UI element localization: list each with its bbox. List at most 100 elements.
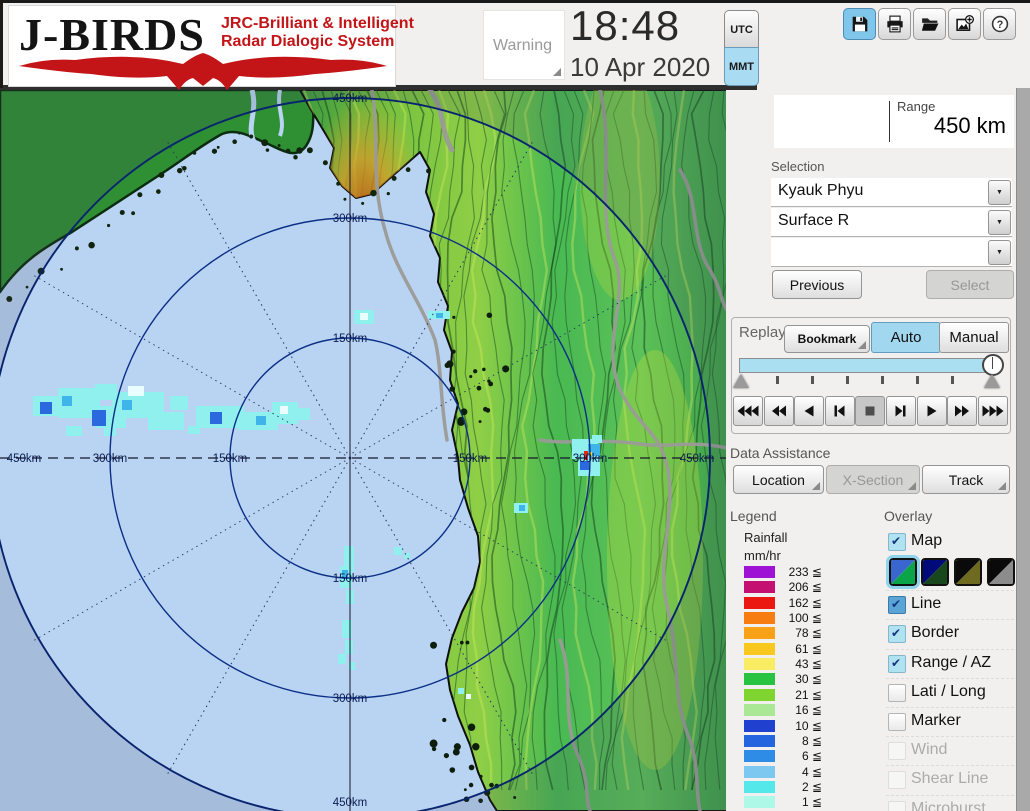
selection-extra-dropdown[interactable] [771, 238, 1012, 267]
timeline-tick [881, 376, 884, 384]
open-file-button[interactable] [913, 8, 946, 40]
replay-ff-fastest-button[interactable] [978, 396, 1008, 426]
timezone-mmt-button[interactable]: MMT [724, 47, 759, 86]
chevron-down-icon[interactable] [988, 240, 1011, 265]
legend-color-swatch [744, 566, 775, 578]
clock-time: 18:48 [570, 2, 680, 50]
timeline-tick [951, 376, 954, 384]
replay-manual-button[interactable]: Manual [939, 322, 1009, 353]
overlay-separator [886, 619, 1014, 620]
replay-timeline-handle[interactable] [982, 354, 1004, 376]
legend-color-swatch [744, 658, 775, 670]
legend-row: 43 ≦ [744, 658, 828, 671]
data-assistance-x-section-button[interactable]: X-Section [826, 465, 920, 494]
legend-value: 16 ≦ [778, 703, 822, 717]
map-style-green-blue-swatch[interactable] [889, 558, 917, 586]
data-assistance-location-button[interactable]: Location [733, 465, 824, 494]
overlay-separator [886, 649, 1014, 650]
panel-collapse-strip[interactable] [1016, 44, 1030, 811]
checked-checkbox[interactable] [888, 596, 906, 614]
unchecked-checkbox[interactable] [888, 684, 906, 702]
overlay-item-map: Map [888, 531, 1014, 555]
overlay-item-lati-long: Lati / Long [888, 682, 1014, 706]
timeline-tick [811, 376, 814, 384]
add-image-button[interactable] [948, 8, 981, 40]
map-style-icon [956, 560, 980, 584]
window-top-edge [0, 0, 1030, 3]
select-button[interactable]: Select [926, 270, 1014, 299]
legend-color-swatch [744, 766, 775, 778]
overlay-item-border: Border [888, 623, 1014, 647]
chevron-down-icon[interactable] [988, 210, 1011, 235]
selection-product-dropdown[interactable]: Surface R [771, 208, 1012, 237]
legend-row: 21 ≦ [744, 689, 828, 702]
legend-unit-mmhr: mm/hr [744, 548, 781, 563]
replay-stop-button[interactable] [855, 396, 885, 426]
timeline-tick [776, 376, 779, 384]
overlay-item-label: Range / AZ [911, 654, 991, 672]
unchecked-checkbox [888, 801, 906, 811]
ring-label: 300km [93, 453, 128, 465]
timeline-end-marker [984, 374, 1000, 388]
checked-checkbox[interactable] [888, 625, 906, 643]
checked-checkbox[interactable] [888, 655, 906, 673]
legend-color-swatch [744, 643, 775, 655]
overlay-item-label: Line [911, 595, 941, 613]
selection-site-dropdown[interactable]: Kyauk Phyu [771, 178, 1012, 207]
bookmark-button[interactable]: Bookmark [784, 325, 870, 353]
svg-text:?: ? [996, 19, 1003, 31]
legend-row: 233 ≦ [744, 566, 828, 579]
clock-date: 10 Apr 2020 [570, 52, 710, 83]
logo-subtitle-line2: Radar Dialogic System [221, 33, 414, 51]
map-style-icon [923, 560, 947, 584]
radar-map[interactable]: 150km150km150km150km300km300km300km300km… [0, 90, 726, 811]
map-style-black-gray-swatch[interactable] [987, 558, 1015, 586]
legend-row: 30 ≦ [744, 673, 828, 686]
overlay-item-label: Shear Line [911, 770, 988, 788]
data-assistance-track-button[interactable]: Track [922, 465, 1010, 494]
replay-auto-button[interactable]: Auto [871, 322, 941, 353]
ring-label: 300km [573, 453, 608, 465]
replay-rew-fast-button[interactable] [764, 396, 794, 426]
chevron-down-icon[interactable] [988, 180, 1011, 205]
selection-site-value: Kyauk Phyu [778, 182, 863, 200]
overlay-item-wind: Wind [888, 740, 1014, 764]
map-style-dark-blue-green-swatch[interactable] [921, 558, 949, 586]
replay-rew-fastest-button[interactable] [733, 396, 763, 426]
logo-subtitle: JRC-Brilliant & Intelligent Radar Dialog… [221, 15, 414, 51]
replay-step-back-button[interactable] [825, 396, 855, 426]
timeline-start-marker [733, 374, 749, 388]
overlay-item-label: Map [911, 532, 942, 550]
replay-timeline-track[interactable] [739, 358, 1001, 373]
ring-label: 450km [7, 453, 42, 465]
replay-ff-fast-button[interactable] [947, 396, 977, 426]
legend-row: 1 ≦ [744, 796, 828, 809]
ring-label: 150km [333, 573, 368, 585]
printer-icon [886, 15, 904, 33]
help-button[interactable]: ? [983, 8, 1016, 40]
data-assistance-label: Data Assistance [730, 445, 830, 461]
warning-button[interactable]: Warning [483, 10, 565, 80]
window-left-edge [0, 0, 3, 88]
replay-play-back-button[interactable] [794, 396, 824, 426]
overlay-separator [886, 765, 1014, 766]
open-folder-icon [921, 15, 939, 33]
warning-label: Warning [493, 37, 552, 55]
previous-button[interactable]: Previous [772, 270, 862, 299]
save-button[interactable] [843, 8, 876, 40]
map-style-black-olive-swatch[interactable] [954, 558, 982, 586]
legend-color-swatch [744, 673, 775, 685]
ring-label: 450km [333, 93, 368, 105]
rew-fastest-icon [737, 404, 759, 418]
eagle-icon [15, 50, 391, 90]
unchecked-checkbox[interactable] [888, 713, 906, 731]
timezone-utc-button[interactable]: UTC [724, 10, 759, 49]
overlay-separator [886, 707, 1014, 708]
print-button[interactable] [878, 8, 911, 40]
timeline-tick [916, 376, 919, 384]
legend-color-swatch [744, 612, 775, 624]
replay-play-forward-button[interactable] [917, 396, 947, 426]
overlay-item-shear-line: Shear Line [888, 769, 1014, 793]
checked-checkbox[interactable] [888, 533, 906, 551]
replay-step-forward-button[interactable] [886, 396, 916, 426]
